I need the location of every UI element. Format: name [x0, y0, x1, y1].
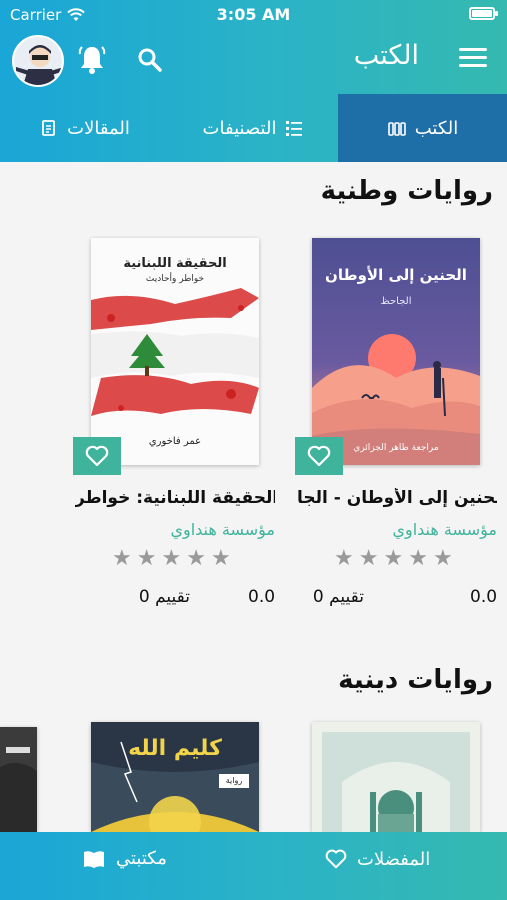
star-rating: ★ ★ ★ ★ ★	[334, 548, 453, 570]
star-icon: ★	[136, 546, 157, 571]
rating-count: 0 تقييم	[312, 587, 364, 607]
star-icon: ★	[432, 546, 453, 571]
bottom-nav-library-label: مكتبتي	[116, 848, 167, 869]
status-bar: Carrier 3:05 AM	[0, 0, 507, 28]
book-cover[interactable]	[312, 722, 480, 832]
tab-categories[interactable]: التصنيفات	[169, 94, 338, 162]
cover-title: كليم الله	[128, 736, 222, 761]
heart-icon	[85, 445, 109, 467]
bottom-nav-library[interactable]: مكتبتي	[82, 848, 167, 869]
star-icon: ★	[383, 546, 404, 571]
tab-books-label: الكتب	[414, 117, 459, 139]
heart-icon	[307, 445, 331, 467]
star-icon: ★	[334, 546, 354, 571]
star-icon: ★	[186, 546, 206, 571]
book-publisher[interactable]: مؤسسة هنداوي	[297, 520, 497, 539]
section-title-national: روايات وطنية	[320, 176, 493, 206]
rating-score: 0.0	[470, 587, 498, 607]
section-title-religious: روايات دينية	[338, 665, 493, 695]
heart-icon	[325, 849, 347, 869]
page-title: الكتب	[353, 40, 419, 71]
favorite-button[interactable]	[295, 437, 343, 475]
cover-title: الحقيقة اللبنانية	[123, 256, 227, 271]
cover-title: الحنين إلى الأوطان	[325, 266, 467, 284]
star-icon: ★	[112, 546, 132, 571]
cover-author: الجاحظ	[380, 296, 412, 307]
tab-articles-label: المقالات	[67, 117, 130, 139]
list-icon	[286, 121, 303, 136]
cover-badge: رواية	[219, 774, 249, 788]
star-icon: ★	[408, 546, 428, 571]
star-icon: ★	[161, 546, 182, 571]
rating-score: 0.0	[248, 587, 276, 607]
book-title[interactable]: الحنين إلى الأوطان - الجا...	[297, 488, 497, 508]
book-cover[interactable]	[0, 727, 37, 832]
book-cover[interactable]: كليم الله رواية	[91, 722, 259, 832]
nav-bar: الكتب	[0, 30, 507, 92]
app-header: Carrier 3:05 AM الكتب المقالات التصنيفات…	[0, 0, 507, 162]
tab-books[interactable]: الكتب	[338, 94, 507, 162]
status-time: 3:05 AM	[216, 5, 291, 24]
top-tabs: المقالات التصنيفات الكتب	[0, 94, 507, 162]
books-icon	[387, 122, 406, 136]
bottom-nav-favorites-label: المفضلات	[357, 848, 431, 870]
tab-articles[interactable]: المقالات	[0, 94, 169, 162]
star-icon: ★	[358, 546, 379, 571]
favorite-button[interactable]	[73, 437, 121, 475]
book-cover[interactable]: الحقيقة اللبنانية خواطر وأحاديث عمر فاخو…	[91, 238, 259, 465]
document-icon	[42, 120, 56, 136]
bottom-nav: مكتبتي المفضلات	[0, 832, 507, 900]
tab-categories-label: التصنيفات	[202, 117, 277, 139]
cover-author: خواطر وأحاديث	[145, 274, 205, 284]
notifications-bell-icon[interactable]	[77, 44, 107, 76]
open-book-icon	[84, 850, 104, 868]
book-title[interactable]: الحقيقة اللبنانية: خواطر ...	[75, 488, 275, 508]
book-publisher[interactable]: مؤسسة هنداوي	[75, 520, 275, 539]
search-icon[interactable]	[135, 44, 165, 76]
star-rating: ★ ★ ★ ★ ★	[112, 548, 231, 570]
rating-count: 0 تقييم	[138, 587, 190, 607]
battery-icon	[469, 7, 498, 20]
bottom-nav-favorites[interactable]: المفضلات	[325, 848, 430, 870]
avatar[interactable]	[12, 35, 64, 87]
star-icon: ★	[210, 546, 231, 571]
book-cover[interactable]: الحنين إلى الأوطان الجاحظ مراجعة طاهر ال…	[312, 238, 480, 465]
menu-icon[interactable]	[459, 48, 487, 72]
